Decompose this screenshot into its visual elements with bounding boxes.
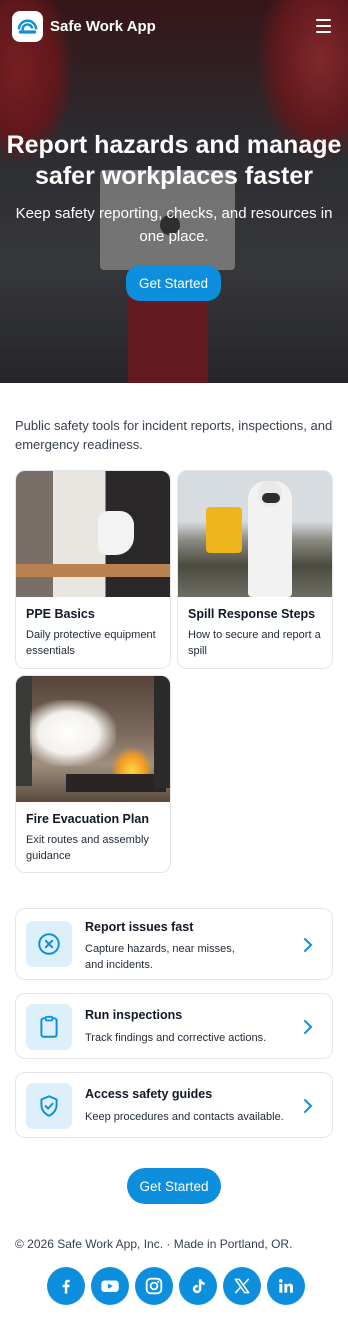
copyright-text: © 2026 Safe Work App, Inc. · Made in Por… — [15, 1237, 293, 1251]
chevron-right-icon — [304, 1099, 313, 1113]
chevron-right-icon — [304, 938, 313, 952]
feature-description: Capture hazards, near misses, and incide… — [85, 943, 235, 971]
card-spill-response[interactable]: Spill Response Steps How to secure and r… — [177, 470, 333, 669]
top-navigation: Safe Work App — [0, 0, 348, 52]
x-icon[interactable] — [223, 1267, 261, 1305]
feature-description: Keep procedures and contacts available. — [85, 1111, 284, 1123]
app-logo[interactable] — [12, 10, 43, 42]
intro-text: Public safety tools for incident reports… — [15, 418, 333, 452]
tiktok-icon[interactable] — [179, 1267, 217, 1305]
facebook-icon[interactable] — [47, 1267, 85, 1305]
feature-report-issues[interactable]: Report issues fast Capture hazards, near… — [15, 908, 333, 980]
hero-get-started-button[interactable]: Get Started — [126, 265, 221, 301]
feature-safety-guides[interactable]: Access safety guides Keep procedures and… — [15, 1072, 333, 1138]
social-links — [47, 1267, 305, 1305]
feature-title: Report issues fast — [85, 920, 194, 934]
chevron-right-icon — [304, 1020, 313, 1034]
card-fire-evacuation[interactable]: Fire Evacuation Plan Exit routes and ass… — [15, 675, 171, 873]
card-title: Fire Evacuation Plan — [26, 812, 149, 826]
x-circle-icon — [26, 921, 72, 967]
shield-check-icon — [26, 1083, 72, 1129]
card-description: How to secure and report a spill — [188, 629, 321, 657]
hamburger-icon — [316, 19, 331, 21]
card-title: Spill Response Steps — [188, 607, 316, 621]
fire-image — [16, 676, 170, 802]
feature-run-inspections[interactable]: Run inspections Track findings and corre… — [15, 993, 333, 1059]
helmet-logo-icon — [17, 19, 38, 34]
feature-description: Track findings and corrective actions. — [85, 1032, 267, 1044]
card-ppe-basics[interactable]: PPE Basics Daily protective equipment es… — [15, 470, 171, 669]
card-title: PPE Basics — [26, 607, 95, 621]
hero-subtitle: Keep safety reporting, checks, and resou… — [15, 205, 333, 245]
card-description: Exit routes and assembly guidance — [26, 834, 149, 862]
spill-image — [178, 471, 332, 597]
instagram-icon[interactable] — [135, 1267, 173, 1305]
linkedin-icon[interactable] — [267, 1267, 305, 1305]
feature-title: Run inspections — [85, 1008, 183, 1022]
feature-title: Access safety guides — [85, 1087, 213, 1101]
footer-get-started-button[interactable]: Get Started — [127, 1168, 221, 1204]
ppe-image — [16, 471, 170, 597]
youtube-icon[interactable] — [91, 1267, 129, 1305]
hero-title: Report hazards and manage safer workplac… — [6, 131, 342, 190]
clipboard-icon — [26, 1004, 72, 1050]
card-description: Daily protective equipment essentials — [26, 629, 156, 657]
hero-section: Safe Work App Report hazards and manage … — [0, 0, 348, 383]
brand-name[interactable]: Safe Work App — [50, 18, 156, 35]
menu-button[interactable] — [312, 14, 336, 38]
